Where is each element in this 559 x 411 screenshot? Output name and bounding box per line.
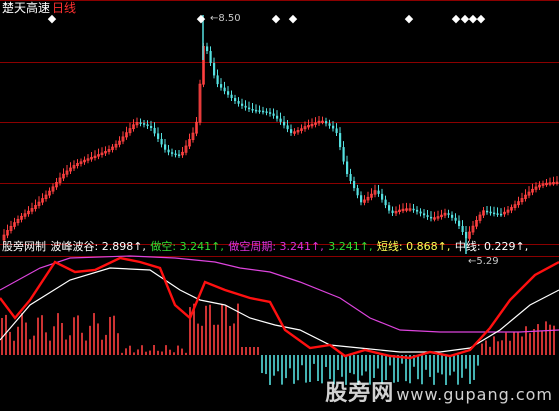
candle-body-down	[206, 46, 209, 52]
indicator-item-4: 短线: 0.868↑,	[373, 240, 451, 253]
candle-body-down	[167, 149, 170, 153]
candle-body-down	[346, 161, 349, 175]
indicator-item-2: 做空周期: 3.241↑,	[224, 240, 324, 253]
candle-body-down	[174, 153, 177, 156]
candle-body-down	[216, 75, 219, 85]
candle-body-down	[244, 105, 247, 108]
candle-body-down	[416, 209, 419, 212]
candle-body-down	[237, 101, 240, 104]
candle-body-down	[272, 113, 275, 116]
candle-body-down	[391, 210, 394, 213]
indicator-item-0: 波峰波谷: 2.898↑,	[50, 240, 146, 253]
trend-line	[0, 256, 559, 360]
candle-body-down	[139, 122, 142, 124]
candle-body-down	[461, 226, 464, 232]
candle-body-down	[171, 152, 174, 154]
candle-body-down	[227, 91, 230, 95]
indicator-item-3: 3.241↑,	[324, 240, 373, 253]
candle-body-down	[234, 98, 237, 102]
candlestick-series	[2, 15, 559, 254]
period-label: 日线	[52, 1, 77, 15]
candle-body-down	[500, 213, 503, 216]
candle-body-down	[160, 138, 163, 145]
candle-body-down	[283, 121, 286, 126]
candle-body-down	[489, 211, 492, 214]
candle-body-down	[328, 123, 331, 126]
candle-body-down	[384, 199, 387, 206]
candle-body-down	[286, 125, 289, 130]
candle-body-down	[349, 174, 352, 181]
candle-body-down	[335, 128, 338, 134]
grid-lines	[0, 0, 559, 257]
candle-body-down	[153, 127, 156, 134]
candle-body-down	[339, 133, 342, 148]
indicator-item-5: 中线: 0.229↑,	[451, 240, 529, 253]
watermark-text: 股旁网	[325, 381, 395, 406]
signal-marker: ◆	[289, 12, 298, 25]
candle-body-down	[143, 123, 146, 125]
candle-body-down	[377, 190, 380, 194]
signal-marker: ◆	[197, 12, 206, 25]
candle-body-down	[262, 110, 265, 113]
candle-body-down	[157, 133, 160, 139]
watermark-url: www.gupang.com	[396, 385, 553, 404]
candle-body-down	[496, 213, 499, 215]
indicator-item-1: 做空: 3.241↑,	[146, 240, 224, 253]
candle-body-down	[447, 213, 450, 215]
watermark: 股旁网 www.gupang.com	[325, 375, 553, 407]
high-price-label: ←8.50	[210, 13, 241, 24]
candle-body-down	[276, 115, 279, 119]
signal-marker: ◆	[405, 12, 414, 25]
candle-body-down	[332, 125, 335, 129]
candle-body-down	[258, 110, 261, 112]
candle-body-down	[251, 109, 254, 111]
candle-body-down	[356, 188, 359, 196]
indicator-legend: 股旁网制 波峰波谷: 2.898↑, 做空: 3.241↑, 做空周期: 3.2…	[2, 240, 530, 254]
candle-body-down	[388, 205, 391, 211]
candle-body-down	[486, 210, 489, 213]
short-line	[0, 267, 559, 353]
candle-body-down	[426, 215, 429, 217]
indicator-lines	[0, 255, 559, 360]
signal-markers: ◆ ◆ ◆ ◆ ◆ ◆ ◆ ◆ ◆	[48, 12, 486, 25]
candle-body-down	[423, 213, 426, 216]
candle-body-down	[178, 154, 181, 156]
candle-body-down	[269, 112, 272, 114]
indicator-name: 股旁网制	[2, 240, 46, 253]
candle-body-down	[230, 94, 233, 99]
candle-body-down	[164, 144, 167, 150]
candle-body-down	[213, 63, 216, 76]
candle-body-down	[458, 220, 461, 227]
low-price-label: ←5.29	[468, 256, 499, 267]
signal-marker: ◆	[452, 12, 461, 25]
candle-body-down	[150, 126, 153, 128]
candle-body-down	[209, 51, 212, 64]
candle-body-down	[255, 109, 258, 112]
candle-body-down	[360, 195, 363, 203]
signal-marker: ◆	[272, 12, 281, 25]
chart-canvas[interactable]: ◆ ◆ ◆ ◆ ◆ ◆ ◆ ◆ ◆	[0, 0, 559, 411]
candle-body-down	[493, 212, 496, 215]
candle-body-down	[342, 147, 345, 162]
stock-name: 楚天高速	[2, 1, 51, 15]
candle-body-down	[454, 217, 457, 221]
candle-body-down	[325, 121, 328, 124]
candle-body-down	[146, 124, 149, 127]
candle-body-down	[451, 214, 454, 218]
candle-body-down	[430, 216, 433, 219]
candle-body-down	[419, 211, 422, 214]
candle-body-down	[381, 193, 384, 200]
candle-body-down	[223, 87, 226, 92]
candle-body-down	[248, 107, 251, 110]
chart-title: 楚天高速 日线	[2, 1, 76, 15]
candle-body-down	[279, 118, 282, 122]
candle-body-down	[265, 111, 268, 113]
candle-body-down	[290, 129, 293, 133]
candle-body-down	[412, 208, 415, 211]
candle-body-down	[353, 180, 356, 189]
candle-body-down	[241, 103, 244, 106]
candle-body-down	[220, 84, 223, 88]
signal-marker: ◆	[477, 12, 486, 25]
